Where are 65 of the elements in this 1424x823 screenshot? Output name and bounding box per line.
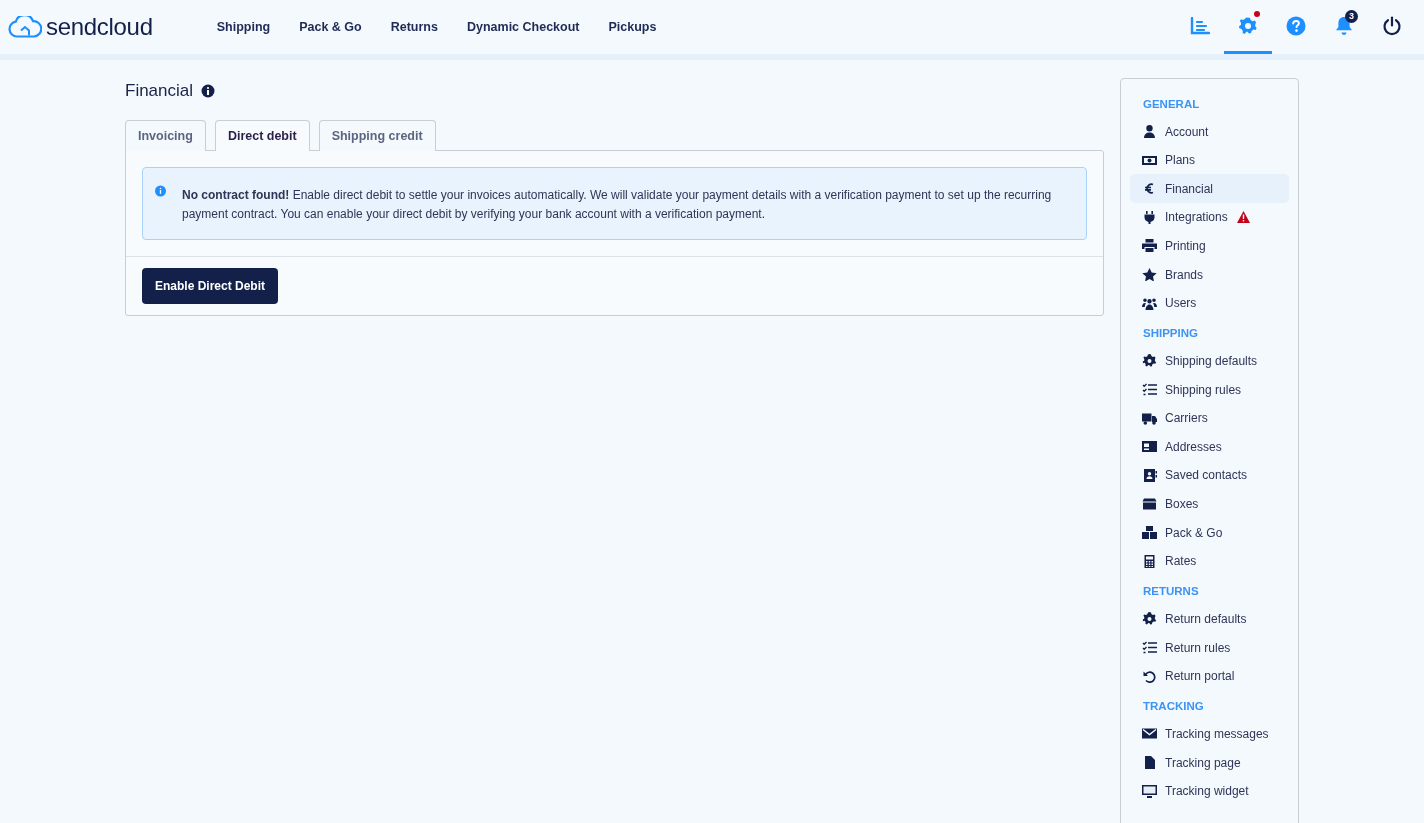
section-heading: SHIPPING xyxy=(1142,326,1199,342)
checklist-icon xyxy=(1142,641,1157,655)
sidebar-item[interactable]: Return rules xyxy=(1130,633,1289,662)
bell-button[interactable]: 3 xyxy=(1320,0,1368,54)
sidebar-item[interactable]: Tracking widget xyxy=(1130,776,1289,806)
sidebar-item[interactable]: Printing xyxy=(1130,231,1289,261)
boxes-icon xyxy=(1142,526,1157,539)
sidebar-item[interactable]: Boxes xyxy=(1130,489,1289,519)
tab[interactable]: Direct debit xyxy=(214,119,310,152)
sidebar-item[interactable]: Rates xyxy=(1130,546,1289,576)
sidebar-item[interactable]: Plans xyxy=(1130,145,1289,175)
sidebar-item[interactable]: Financial xyxy=(1130,174,1289,204)
sidebar-item[interactable]: Carriers xyxy=(1130,403,1289,433)
nav-link[interactable]: Pickups xyxy=(608,17,657,37)
alert-message: No contract found! Enable direct debit to settle your invoices automatically. We will validate your payment details with a verification payment to set up the recurring payment contract. You can enable your direct debit by verifying your bank account with a verification payment. xyxy=(182,187,1053,224)
sidebar-item[interactable]: Tracking page xyxy=(1130,748,1289,777)
info-icon xyxy=(201,83,216,98)
document-icon xyxy=(1142,756,1157,770)
tab[interactable]: Shipping credit xyxy=(318,119,436,152)
monitor-icon xyxy=(1142,784,1157,798)
chart-icon xyxy=(1190,16,1210,35)
section-heading: RETURNS xyxy=(1142,584,1200,600)
sidebar-item[interactable]: Return portal xyxy=(1130,661,1289,691)
banknote-icon xyxy=(1142,153,1157,167)
settings-icon xyxy=(1238,15,1258,36)
sidebar-item[interactable]: Account xyxy=(1130,117,1289,146)
count-badge: 3 xyxy=(1345,10,1358,23)
nav-link[interactable]: Shipping xyxy=(216,17,271,37)
undo-icon xyxy=(1142,669,1157,683)
nav-link[interactable]: Pack & Go xyxy=(299,17,362,37)
sidebar-item[interactable]: Shipping defaults xyxy=(1130,346,1289,376)
sidebar-item[interactable]: Tracking messages xyxy=(1130,719,1289,749)
sidebar-item[interactable]: Integrations xyxy=(1130,203,1289,232)
star-icon xyxy=(1142,268,1157,281)
sidebar-item[interactable]: Addresses xyxy=(1130,432,1289,462)
nav-link[interactable]: Returns xyxy=(390,17,438,37)
section-heading: TRACKING xyxy=(1142,699,1205,715)
sidebar-item[interactable]: Users xyxy=(1130,288,1289,318)
sidebar-item[interactable]: Saved contacts xyxy=(1130,461,1289,490)
nav-link[interactable]: Dynamic Checkout xyxy=(466,17,580,37)
checklist-icon xyxy=(1142,383,1157,397)
gear-icon xyxy=(1142,354,1157,368)
sidebar-item[interactable]: Return defaults xyxy=(1130,604,1289,634)
calculator-icon xyxy=(1142,554,1157,568)
sidebar-item[interactable]: Brands xyxy=(1130,260,1289,289)
power-icon xyxy=(1382,15,1402,36)
enable-direct-debit-button[interactable]: Enable Direct Debit xyxy=(142,268,279,305)
gear-icon xyxy=(1142,612,1157,626)
person-icon xyxy=(1142,125,1157,139)
section-heading: GENERAL xyxy=(1142,97,1201,112)
plug-icon xyxy=(1142,210,1157,224)
box-icon xyxy=(1142,497,1157,511)
cloud-logo-icon xyxy=(8,16,42,38)
sidebar-item[interactable]: Pack & Go xyxy=(1130,518,1289,547)
tab[interactable]: Invoicing xyxy=(125,119,206,152)
contact-card-icon xyxy=(1142,468,1157,482)
truck-icon xyxy=(1142,411,1157,425)
id-card-icon xyxy=(1142,440,1157,454)
users-icon xyxy=(1142,296,1157,310)
help-icon xyxy=(1286,15,1306,36)
envelope-icon xyxy=(1142,727,1157,741)
sidebar-item[interactable]: Shipping rules xyxy=(1130,375,1289,404)
page-title: Financial xyxy=(125,80,194,102)
logo-text: sendcloud xyxy=(46,12,153,42)
printer-icon xyxy=(1142,239,1157,253)
